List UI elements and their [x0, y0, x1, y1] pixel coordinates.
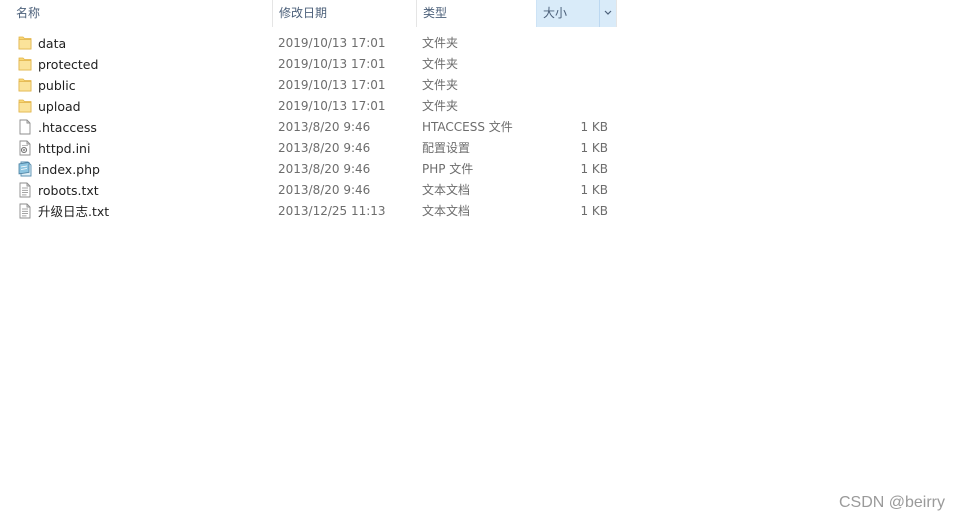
file-row[interactable]: httpd.ini 2013/8/20 9:46 配置设置 1 KB: [0, 138, 961, 159]
file-type: 文件夹: [422, 78, 459, 92]
file-name: data: [38, 36, 67, 51]
file-type: 文件夹: [422, 99, 459, 113]
file-name: 升级日志.txt: [38, 204, 110, 219]
file-row[interactable]: data 2019/10/13 17:01 文件夹: [0, 33, 961, 54]
file-row[interactable]: 升级日志.txt 2013/12/25 11:13 文本文档 1 KB: [0, 201, 961, 222]
column-header-type-label: 类型: [423, 6, 448, 20]
file-date: 2013/8/20 9:46: [278, 162, 371, 176]
file-date: 2019/10/13 17:01: [278, 36, 386, 50]
file-name: httpd.ini: [38, 141, 91, 156]
column-header-end-divider: [616, 0, 617, 27]
file-size: 1 KB: [580, 162, 608, 176]
column-header-size-divider: [599, 0, 600, 27]
file-type: HTACCESS 文件: [422, 120, 513, 134]
file-date: 2013/8/20 9:46: [278, 120, 371, 134]
file-size: [540, 96, 608, 117]
file-row[interactable]: upload 2019/10/13 17:01 文件夹: [0, 96, 961, 117]
file-name: index.php: [38, 162, 100, 177]
folder-icon: [18, 33, 34, 54]
blank-file-icon: [18, 117, 34, 138]
file-date: 2013/8/20 9:46: [278, 183, 371, 197]
file-name: protected: [38, 57, 99, 72]
file-date: 2013/8/20 9:46: [278, 141, 371, 155]
file-size: [540, 54, 608, 75]
file-explorer: 名称 ^ 修改日期 类型 大小 data 2019/10/13 17:01 文件…: [0, 0, 961, 520]
file-row[interactable]: protected 2019/10/13 17:01 文件夹: [0, 54, 961, 75]
file-type: 文件夹: [422, 57, 459, 71]
folder-icon: [18, 96, 34, 117]
file-list: data 2019/10/13 17:01 文件夹 protected 2019…: [0, 33, 961, 222]
column-header-date[interactable]: 修改日期: [272, 0, 416, 27]
file-date: 2013/12/25 11:13: [278, 204, 386, 218]
file-name: .htaccess: [38, 120, 97, 135]
file-name: upload: [38, 99, 81, 114]
php-file-icon: [18, 159, 34, 180]
file-size: 1 KB: [580, 120, 608, 134]
text-file-icon: [18, 201, 34, 222]
file-row[interactable]: robots.txt 2013/8/20 9:46 文本文档 1 KB: [0, 180, 961, 201]
file-size: [540, 75, 608, 96]
file-type: 文本文档: [422, 183, 471, 197]
column-header-date-label: 修改日期: [279, 6, 328, 20]
file-type: 配置设置: [422, 141, 471, 155]
sort-ascending-icon: ^: [133, 0, 146, 5]
chevron-down-icon[interactable]: [601, 0, 615, 27]
file-date: 2019/10/13 17:01: [278, 78, 386, 92]
column-header-type[interactable]: 类型: [416, 0, 536, 27]
folder-icon: [18, 75, 34, 96]
file-row[interactable]: index.php 2013/8/20 9:46 PHP 文件 1 KB: [0, 159, 961, 180]
file-size: 1 KB: [580, 204, 608, 218]
file-row[interactable]: .htaccess 2013/8/20 9:46 HTACCESS 文件 1 K…: [0, 117, 961, 138]
folder-icon: [18, 54, 34, 75]
file-date: 2019/10/13 17:01: [278, 57, 386, 71]
watermark: CSDN @beirry: [838, 494, 945, 511]
file-size: 1 KB: [580, 183, 608, 197]
file-size: 1 KB: [580, 141, 608, 155]
file-type: 文本文档: [422, 204, 471, 218]
file-name: robots.txt: [38, 183, 99, 198]
file-type: PHP 文件: [422, 162, 474, 176]
text-file-icon: [18, 180, 34, 201]
file-size: [540, 33, 608, 54]
column-header-bar: 名称 ^ 修改日期 类型 大小: [0, 0, 961, 27]
file-name: public: [38, 78, 76, 93]
column-header-size-label: 大小: [543, 6, 568, 20]
file-type: 文件夹: [422, 36, 459, 50]
file-row[interactable]: public 2019/10/13 17:01 文件夹: [0, 75, 961, 96]
column-header-name-label: 名称: [16, 6, 41, 20]
config-file-icon: [18, 138, 34, 159]
file-date: 2019/10/13 17:01: [278, 99, 386, 113]
